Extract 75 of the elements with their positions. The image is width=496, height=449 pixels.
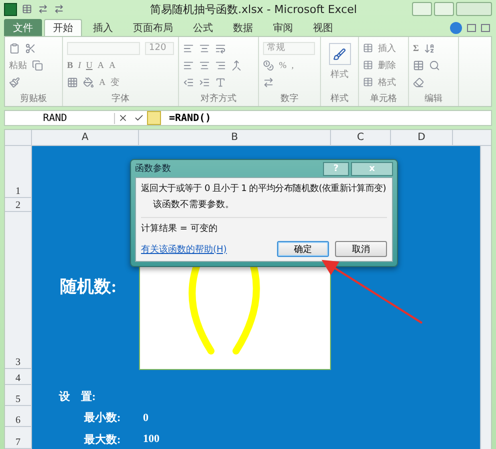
group-label: 剪贴板 xyxy=(19,93,48,106)
max-value: 100 xyxy=(143,433,160,445)
align-left-icon[interactable] xyxy=(183,60,194,70)
settings-label: 设 置: xyxy=(59,390,97,404)
window-title: 简易随机抽号函数.xlsx - Microsoft Excel xyxy=(150,2,357,17)
brush-icon[interactable] xyxy=(9,76,20,88)
align-right-icon[interactable] xyxy=(215,60,226,70)
dialog-button[interactable]: 取消 xyxy=(335,241,387,257)
dialog-title: 函数参数 xyxy=(135,162,171,175)
max-label: 最大数: xyxy=(84,432,122,446)
scissors-icon[interactable] xyxy=(25,42,36,54)
font-name-field[interactable] xyxy=(67,42,140,54)
coins-icon[interactable] xyxy=(263,60,274,70)
ribbon-tab[interactable]: 审阅 xyxy=(264,19,302,36)
row-header[interactable]: 5 xyxy=(5,385,31,406)
group-label: 编辑 xyxy=(424,93,444,106)
row-header[interactable]: 6 xyxy=(5,406,31,428)
row-header[interactable]: 1 xyxy=(5,146,31,198)
column-header[interactable]: A xyxy=(32,130,139,145)
merge-icon[interactable] xyxy=(231,60,242,70)
restore-icon[interactable] xyxy=(467,24,476,32)
column-header[interactable]: B xyxy=(139,130,331,145)
ribbon-tab[interactable]: 公式 xyxy=(184,19,222,36)
formula-field[interactable]: =RAND() xyxy=(161,112,212,124)
random-number-label: 随机数: xyxy=(60,276,118,298)
group-label: 数字 xyxy=(280,93,300,106)
close-icon[interactable] xyxy=(481,24,490,32)
function-description: 返回大于或等于 0 且小于 1 的平均分布随机数(依重新计算而变) xyxy=(141,182,387,195)
text-direction-icon[interactable] xyxy=(215,76,226,88)
row-header[interactable]: 3 xyxy=(5,212,31,370)
cells-button[interactable]: 插入 xyxy=(378,42,396,54)
column-header[interactable]: D xyxy=(391,130,453,145)
ribbon-tab[interactable]: 开始 xyxy=(44,19,82,36)
name-box[interactable]: RAND xyxy=(5,112,115,124)
clipboard-icon[interactable] xyxy=(9,42,20,54)
align-center-icon[interactable] xyxy=(199,42,210,54)
ribbon-tab[interactable]: 页面布局 xyxy=(124,19,182,36)
paint-bucket-icon[interactable] xyxy=(83,76,94,88)
cells-icon xyxy=(363,77,373,87)
ribbon-tab[interactable]: 视图 xyxy=(304,19,342,36)
cells-icon xyxy=(363,43,373,53)
indent-icon[interactable] xyxy=(199,76,210,88)
row-header[interactable]: 4 xyxy=(5,369,31,386)
eraser-icon[interactable] xyxy=(413,76,424,88)
dialog-button[interactable]: 确定 xyxy=(277,241,329,257)
brush-icon xyxy=(328,43,350,65)
copy-icon[interactable] xyxy=(32,60,43,70)
maximize-button[interactable] xyxy=(434,2,454,16)
grid-icon[interactable] xyxy=(67,76,78,88)
group-label: 字体 xyxy=(110,93,130,106)
excel-logo-icon xyxy=(4,2,17,16)
outdent-icon[interactable] xyxy=(183,76,194,88)
result-text: 计算结果 = 可变的 xyxy=(141,222,218,235)
row-header[interactable]: 7 xyxy=(5,427,31,449)
minimize-button[interactable] xyxy=(412,2,432,16)
vertical-scrollbar[interactable] xyxy=(480,146,491,449)
group-label: 对齐方式 xyxy=(200,93,238,106)
group-label: 单元格 xyxy=(369,93,398,106)
close-button[interactable] xyxy=(456,2,492,16)
align-center-icon[interactable] xyxy=(199,60,210,70)
sort-icon[interactable] xyxy=(424,42,435,54)
min-label: 最小数: xyxy=(84,410,122,425)
help-link[interactable]: 有关该函数的帮助(H) xyxy=(141,242,227,256)
align-left-icon[interactable] xyxy=(183,42,194,54)
ribbon-tab[interactable]: 插入 xyxy=(84,19,122,36)
min-value: 0 xyxy=(143,412,150,424)
argument-note: 该函数不需要参数。 xyxy=(153,198,235,211)
file-tab[interactable]: 文件 xyxy=(4,19,42,36)
wrap-text-icon[interactable] xyxy=(215,42,226,54)
row-header[interactable]: 2 xyxy=(5,198,31,212)
ribbon-tab[interactable]: 数据 xyxy=(224,19,262,36)
group-label: 样式 xyxy=(330,93,350,106)
cells-icon xyxy=(363,60,373,70)
column-header[interactable]: C xyxy=(331,130,391,145)
help-icon[interactable] xyxy=(450,22,462,34)
